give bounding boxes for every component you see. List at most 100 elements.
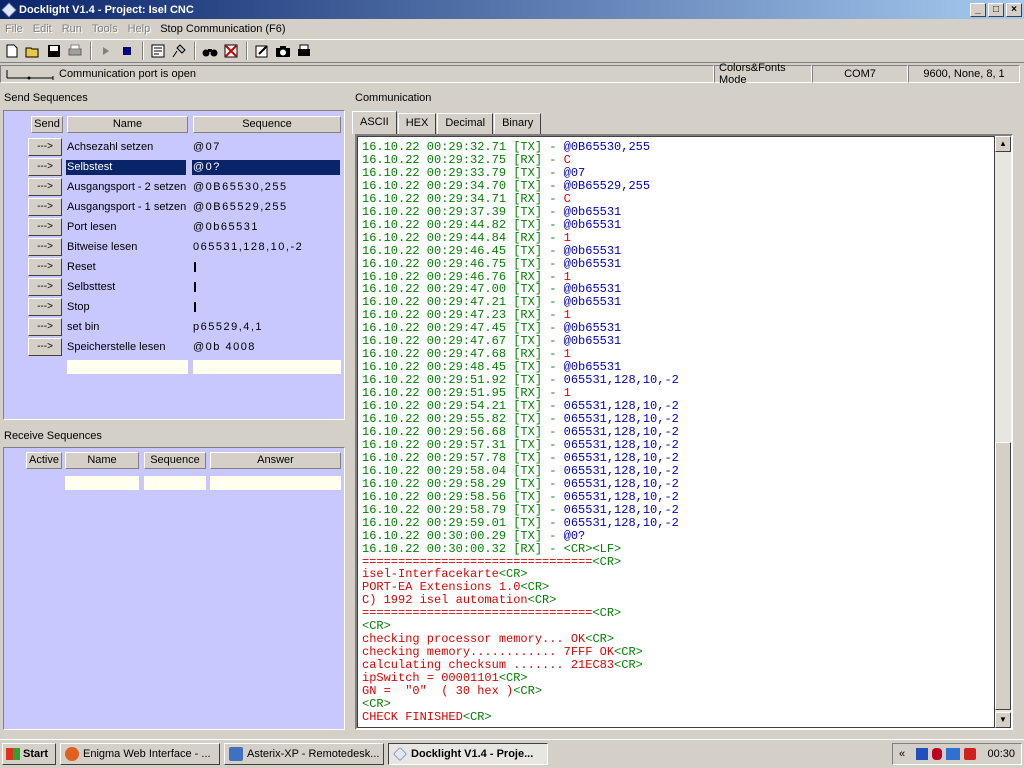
send-row-selected[interactable]: ---> Selbstest @0? xyxy=(4,158,344,178)
send-button[interactable]: ---> xyxy=(28,258,62,276)
name-column-header: Name xyxy=(65,452,139,469)
send-row[interactable]: ---> Bitweise lesen 065531,128,10,-2 xyxy=(4,238,344,258)
send-button[interactable]: ---> xyxy=(28,218,62,236)
settings-icon[interactable] xyxy=(148,41,168,61)
tray-expand-chevron[interactable]: « xyxy=(899,748,905,760)
new-receive-sequence-cell[interactable] xyxy=(144,476,206,490)
response-control-tag: <CR> xyxy=(527,593,557,608)
send-row[interactable]: ---> Speicherstelle lesen @0b 4008 xyxy=(4,338,344,358)
keyboard-icon[interactable] xyxy=(169,41,189,61)
menu-tools[interactable]: Tools xyxy=(87,23,123,35)
sequence-name[interactable]: Selbstest xyxy=(66,160,186,175)
minimize-button[interactable]: _ xyxy=(970,2,986,17)
log-value: 065531,128,10,-2 xyxy=(563,437,679,452)
sequence-value[interactable]: @0? xyxy=(192,160,340,175)
sequence-name[interactable]: Speicherstelle lesen xyxy=(66,340,186,355)
network-icon[interactable] xyxy=(946,748,961,760)
menu-edit[interactable]: Edit xyxy=(28,23,57,35)
printer-icon[interactable] xyxy=(294,41,314,61)
play-icon[interactable] xyxy=(96,41,116,61)
send-button[interactable]: ---> xyxy=(28,198,62,216)
new-file-icon[interactable] xyxy=(2,41,22,61)
sequence-value[interactable]: @0B65529,255 xyxy=(192,200,340,215)
sequence-name[interactable]: Selbsttest xyxy=(66,280,186,295)
language-icon[interactable] xyxy=(916,748,929,760)
send-row[interactable]: ---> Stop xyxy=(4,298,344,318)
sequence-name[interactable]: Stop xyxy=(66,300,186,315)
send-row[interactable]: ---> Ausgangsport - 1 setzen @0B65529,25… xyxy=(4,198,344,218)
log-timestamp: 16.10.22 00:30:00.29 [TX] - xyxy=(362,528,564,543)
task-remote-desktop[interactable]: Asterix-XP - Remotedesk... xyxy=(224,743,384,765)
send-button[interactable]: ---> xyxy=(28,138,62,156)
send-row[interactable]: ---> set bin p65529,4,1 xyxy=(4,318,344,338)
tab-decimal[interactable]: Decimal xyxy=(437,113,494,134)
menu-file[interactable]: File xyxy=(0,23,28,35)
sequence-value[interactable]: @07 xyxy=(192,140,340,155)
tab-ascii[interactable]: ASCII xyxy=(352,111,397,134)
send-button[interactable]: ---> xyxy=(28,158,62,176)
sequence-value[interactable] xyxy=(192,300,340,315)
security-shield-icon[interactable] xyxy=(964,748,977,760)
sequence-name[interactable]: Bitweise lesen xyxy=(66,240,186,255)
send-button[interactable]: ---> xyxy=(28,298,62,316)
tab-hex[interactable]: HEX xyxy=(397,113,437,134)
menu-stop-communication[interactable]: Stop Communication (F6) xyxy=(155,23,290,35)
send-button[interactable]: ---> xyxy=(28,318,62,336)
save-icon[interactable] xyxy=(44,41,64,61)
sequence-value[interactable]: p65529,4,1 xyxy=(192,320,340,335)
communication-log[interactable]: 16.10.22 00:29:32.71 [TX] - @0B65530,255… xyxy=(358,137,994,724)
sequence-name[interactable]: Ausgangsport - 2 setzen xyxy=(66,180,186,195)
send-row[interactable]: ---> Achsezahl setzen @07 xyxy=(4,138,344,158)
communication-window[interactable]: 16.10.22 00:29:32.71 [TX] - @0B65530,255… xyxy=(355,134,1013,730)
log-timestamp: 16.10.22 00:29:46.45 [TX] - xyxy=(362,243,564,258)
new-sequence-name-cell[interactable] xyxy=(67,360,188,374)
sequence-name[interactable]: Reset xyxy=(66,260,186,275)
send-row[interactable]: ---> Port lesen @0b65531 xyxy=(4,218,344,238)
new-receive-name-cell[interactable] xyxy=(65,476,139,490)
stop-icon[interactable] xyxy=(117,41,137,61)
send-button[interactable]: ---> xyxy=(28,178,62,196)
taskbar: Start Enigma Web Interface - ... Asterix… xyxy=(0,739,1024,768)
menu-run[interactable]: Run xyxy=(57,23,87,35)
sequence-value[interactable]: @0B65530,255 xyxy=(192,180,340,195)
task-docklight[interactable]: Docklight V1.4 - Proje... xyxy=(388,743,548,765)
sequence-name[interactable]: Ausgangsport - 1 setzen xyxy=(66,200,186,215)
edit-notes-icon[interactable] xyxy=(252,41,272,61)
maximize-button[interactable]: □ xyxy=(988,2,1004,17)
find-binoculars-icon[interactable] xyxy=(200,41,220,61)
scroll-down-button[interactable]: ▼ xyxy=(995,712,1011,728)
sequence-value[interactable]: 065531,128,10,-2 xyxy=(192,240,340,255)
send-button[interactable]: ---> xyxy=(28,338,62,356)
sequence-name[interactable]: Achsezahl setzen xyxy=(66,140,186,155)
tab-binary[interactable]: Binary xyxy=(494,113,542,134)
snapshot-camera-icon[interactable] xyxy=(273,41,293,61)
log-timestamp: 16.10.22 00:29:47.45 [TX] - xyxy=(362,321,564,336)
sequence-value[interactable]: @0b 4008 xyxy=(192,340,340,355)
scroll-thumb[interactable] xyxy=(995,442,1011,710)
vertical-scrollbar[interactable]: ▲ ▼ xyxy=(995,136,1011,728)
start-button[interactable]: Start xyxy=(2,743,56,765)
menu-help[interactable]: Help xyxy=(123,23,156,35)
task-enigma-web-interface[interactable]: Enigma Web Interface - ... xyxy=(60,743,220,765)
close-button[interactable]: × xyxy=(1006,2,1022,17)
sequence-name[interactable]: set bin xyxy=(66,320,186,335)
print-icon[interactable] xyxy=(65,41,85,61)
scroll-up-button[interactable]: ▲ xyxy=(995,136,1011,152)
send-row[interactable]: ---> Selbsttest xyxy=(4,278,344,298)
log-timestamp: 16.10.22 00:29:33.79 [TX] - xyxy=(362,165,564,180)
bluetooth-icon[interactable] xyxy=(932,748,943,760)
sequence-value[interactable] xyxy=(192,260,340,275)
sequence-value[interactable] xyxy=(192,280,340,295)
send-row[interactable]: ---> Ausgangsport - 2 setzen @0B65530,25… xyxy=(4,178,344,198)
send-row[interactable]: ---> Reset xyxy=(4,258,344,278)
send-button[interactable]: ---> xyxy=(28,278,62,296)
communication-label: Communication xyxy=(355,92,432,104)
send-button[interactable]: ---> xyxy=(28,238,62,256)
sequence-value[interactable]: @0b65531 xyxy=(192,220,340,235)
sequence-name[interactable]: Port lesen xyxy=(66,220,186,235)
open-folder-icon[interactable] xyxy=(23,41,43,61)
new-sequence-value-cell[interactable] xyxy=(193,360,341,374)
docklight-app-icon[interactable] xyxy=(1,2,17,17)
clear-icon[interactable] xyxy=(221,41,241,61)
new-receive-answer-cell[interactable] xyxy=(210,476,341,490)
